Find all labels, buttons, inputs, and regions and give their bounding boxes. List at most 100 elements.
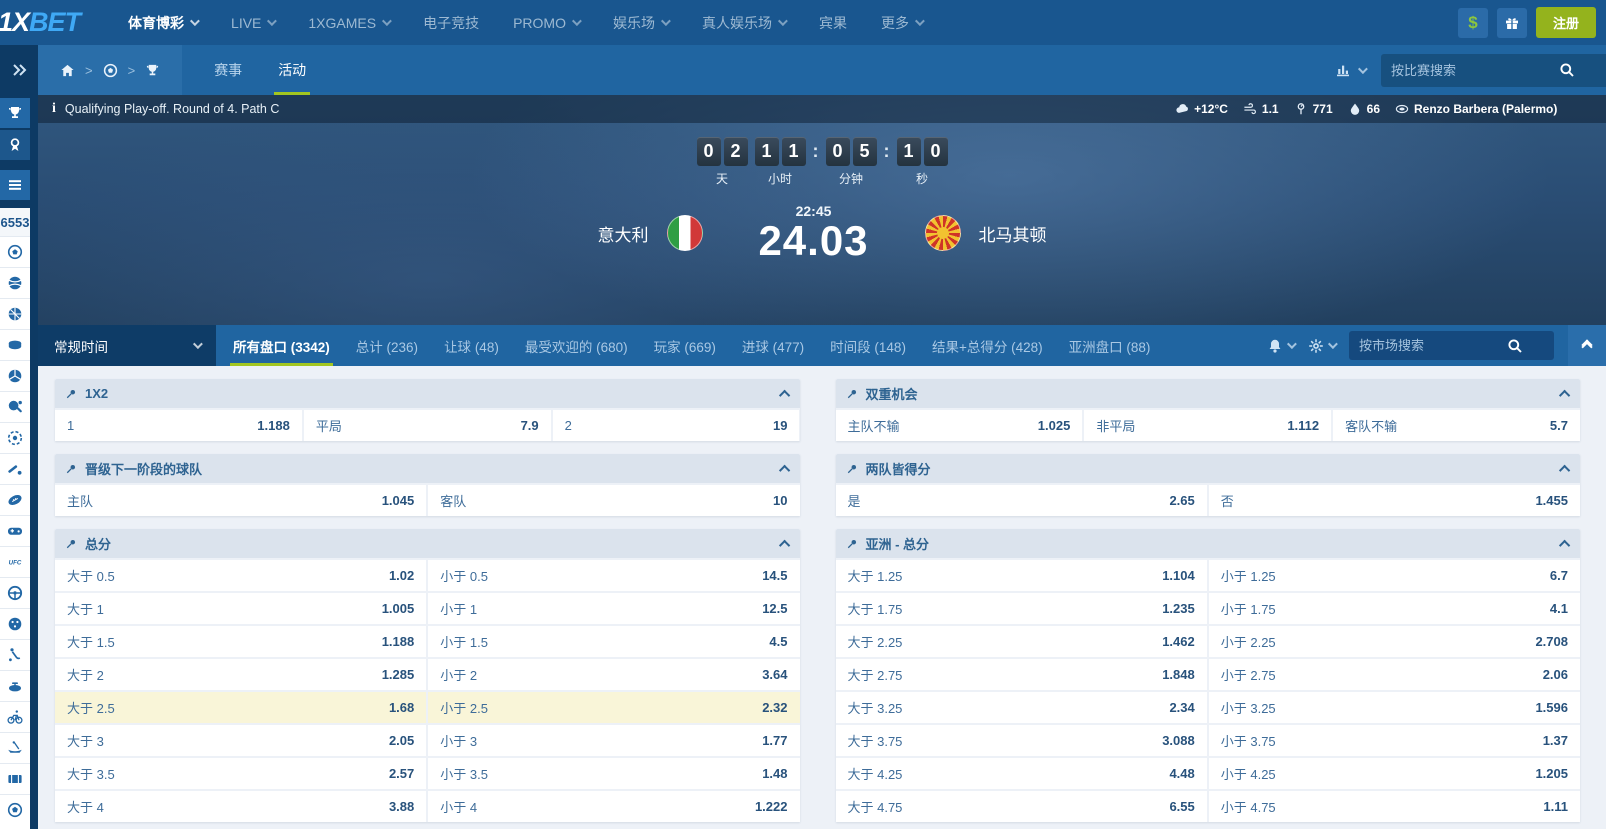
sidebar-sport-cinema[interactable] (0, 763, 30, 794)
market-filter-tab-1[interactable]: 所有盘口 (3342) (220, 325, 343, 366)
sidebar-sport-basketball[interactable] (0, 298, 30, 329)
market-header[interactable]: 两队皆得分 (836, 454, 1581, 483)
sidebar-sport-soccer[interactable] (0, 236, 30, 267)
sidebar-sport-volleyball[interactable] (0, 360, 30, 391)
market-header[interactable]: 亚洲 - 总分 (836, 529, 1581, 558)
odd-cell[interactable]: 客队不输5.7 (1333, 410, 1580, 441)
sidebar-sport-curling[interactable] (0, 670, 30, 701)
market-filter-tab-4[interactable]: 最受欢迎的 (680) (512, 325, 641, 366)
pin-icon[interactable] (65, 538, 77, 550)
market-filter-tab-2[interactable]: 总计 (236) (343, 325, 431, 366)
market-filter-tab-3[interactable]: 让球 (48) (431, 325, 512, 366)
odd-cell[interactable]: 小于 1.54.5 (428, 626, 799, 657)
odd-cell[interactable]: 小于 2.752.06 (1209, 659, 1580, 690)
sidebar-sport-handball[interactable] (0, 608, 30, 639)
odd-cell[interactable]: 小于 2.52.32 (428, 692, 799, 723)
odd-cell[interactable]: 大于 2.251.462 (836, 626, 1207, 657)
pin-icon[interactable] (65, 388, 77, 400)
game-search-input[interactable] (1391, 63, 1551, 78)
search-icon[interactable] (1559, 62, 1575, 78)
odd-cell[interactable]: 小于 4.751.11 (1209, 791, 1580, 822)
notifications-control[interactable] (1267, 338, 1294, 354)
collapse-all-button[interactable] (1568, 325, 1606, 366)
odd-cell[interactable]: 219 (553, 410, 800, 441)
settings-control[interactable] (1308, 338, 1335, 354)
bonus-button[interactable] (1497, 8, 1527, 38)
sidebar-sport-field-hockey[interactable] (0, 639, 30, 670)
odd-cell[interactable]: 大于 2.51.68 (55, 692, 426, 723)
odd-cell[interactable]: 大于 32.05 (55, 725, 426, 756)
period-select[interactable]: 常规时间 (38, 325, 216, 366)
market-header[interactable]: 总分 (55, 529, 800, 558)
market-filter-tab-7[interactable]: 时间段 (148) (817, 325, 919, 366)
odd-cell[interactable]: 主队不输1.025 (836, 410, 1083, 441)
odd-cell[interactable]: 大于 3.52.57 (55, 758, 426, 789)
odd-cell[interactable]: 大于 4.756.55 (836, 791, 1207, 822)
sidebar-sport-cycling[interactable] (0, 701, 30, 732)
odd-cell[interactable]: 非平局1.112 (1084, 410, 1331, 441)
top-nav-item-9[interactable]: 更多 (881, 13, 922, 33)
sidebar-sport-auto-racing[interactable] (0, 577, 30, 608)
odd-cell[interactable]: 小于 112.5 (428, 593, 799, 624)
sidebar-sport-ufc[interactable]: UFC (0, 546, 30, 577)
odd-cell[interactable]: 大于 0.51.02 (55, 560, 426, 591)
odd-cell[interactable]: 大于 3.753.088 (836, 725, 1207, 756)
odd-cell[interactable]: 小于 31.77 (428, 725, 799, 756)
top-nav-item-2[interactable]: LIVE (231, 15, 274, 31)
sidebar-sport-table-tennis[interactable] (0, 391, 30, 422)
sidebar-sport-cricket[interactable] (0, 453, 30, 484)
odd-cell[interactable]: 小于 0.514.5 (428, 560, 799, 591)
odd-cell[interactable]: 大于 4.254.48 (836, 758, 1207, 789)
odd-cell[interactable]: 小于 2.252.708 (1209, 626, 1580, 657)
sidebar-favorites-button[interactable] (0, 130, 30, 160)
sidebar-sport-ice-hockey[interactable] (0, 329, 30, 360)
search-icon[interactable] (1507, 338, 1523, 354)
top-nav-item-5[interactable]: PROMO (513, 15, 579, 31)
odd-cell[interactable]: 小于 4.251.205 (1209, 758, 1580, 789)
odd-cell[interactable]: 小于 3.251.596 (1209, 692, 1580, 723)
odd-cell[interactable]: 大于 43.88 (55, 791, 426, 822)
odd-cell[interactable]: 小于 41.222 (428, 791, 799, 822)
top-nav-item-1[interactable]: 体育博彩 (128, 13, 197, 33)
odd-cell[interactable]: 小于 1.256.7 (1209, 560, 1580, 591)
market-filter-tab-6[interactable]: 进球 (477) (729, 325, 817, 366)
home-icon[interactable] (60, 63, 75, 78)
sidebar-menu-button[interactable] (0, 170, 30, 200)
sidebar-sport-rowing[interactable] (0, 732, 30, 763)
odd-cell[interactable]: 小于 3.751.37 (1209, 725, 1580, 756)
top-nav-item-7[interactable]: 真人娱乐场 (702, 13, 785, 33)
odd-cell[interactable]: 大于 1.51.188 (55, 626, 426, 657)
event-tab-1[interactable]: 赛事 (196, 45, 260, 95)
market-filter-tab-5[interactable]: 玩家 (669) (641, 325, 729, 366)
sidebar-sport-ball[interactable] (0, 794, 30, 825)
register-button[interactable]: 注册 (1536, 7, 1596, 38)
logo[interactable]: 1XBET (0, 7, 80, 38)
top-nav-item-8[interactable]: 宾果 (819, 13, 847, 33)
sidebar-sport-esports[interactable] (0, 515, 30, 546)
pin-icon[interactable] (846, 538, 858, 550)
odd-cell[interactable]: 是2.65 (836, 485, 1207, 516)
sidebar-expand-button[interactable] (0, 45, 38, 95)
market-search-input[interactable] (1359, 338, 1499, 353)
statistics-control[interactable] (1335, 62, 1365, 78)
tournament-breadcrumb-icon[interactable] (145, 63, 160, 78)
odd-cell[interactable]: 客队10 (428, 485, 799, 516)
odd-cell[interactable]: 大于 21.285 (55, 659, 426, 690)
top-nav-item-3[interactable]: 1XGAMES (308, 15, 389, 31)
odd-cell[interactable]: 小于 23.64 (428, 659, 799, 690)
sidebar-sport-futsal[interactable] (0, 422, 30, 453)
odd-cell[interactable]: 否1.455 (1209, 485, 1580, 516)
odd-cell[interactable]: 小于 3.51.48 (428, 758, 799, 789)
odd-cell[interactable]: 大于 1.251.104 (836, 560, 1207, 591)
market-filter-tab-9[interactable]: 亚洲盘口 (88) (1056, 325, 1164, 366)
market-header[interactable]: 晋级下一阶段的球队 (55, 454, 800, 483)
sidebar-sport-tennis[interactable] (0, 267, 30, 298)
market-header[interactable]: 1X2 (55, 379, 800, 408)
odd-cell[interactable]: 小于 1.754.1 (1209, 593, 1580, 624)
soccer-breadcrumb-icon[interactable] (103, 63, 118, 78)
pin-icon[interactable] (846, 388, 858, 400)
odd-cell[interactable]: 11.188 (55, 410, 302, 441)
market-header[interactable]: 双重机会 (836, 379, 1581, 408)
odd-cell[interactable]: 大于 11.005 (55, 593, 426, 624)
odd-cell[interactable]: 大于 3.252.34 (836, 692, 1207, 723)
